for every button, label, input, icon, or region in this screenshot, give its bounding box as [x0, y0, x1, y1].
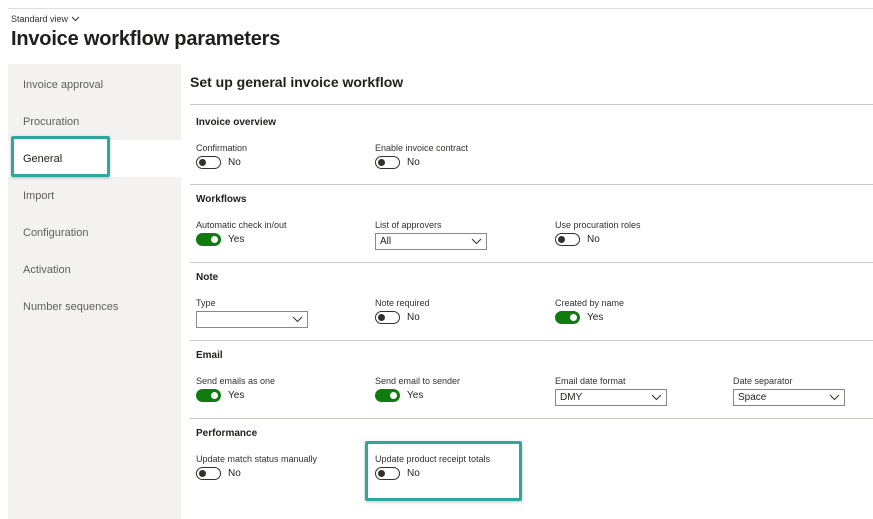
top-divider — [8, 8, 873, 9]
field-label: Use procuration roles — [555, 220, 641, 230]
list-of-approvers-field: List of approvers All — [375, 220, 487, 250]
sidebar-item-label: Invoice approval — [23, 78, 104, 91]
send-emails-as-one-field: Send emails as one Yes — [196, 376, 275, 402]
sidebar-item-label: Procuration — [23, 115, 80, 128]
field-label: Send emails as one — [196, 376, 276, 386]
send-email-to-sender-toggle[interactable] — [375, 389, 400, 402]
field-label: Confirmation — [196, 143, 248, 153]
type-field: Type — [196, 298, 308, 328]
sidebar-item-label: Configuration — [23, 226, 89, 239]
dropdown-value: DMY — [560, 392, 583, 403]
view-selector[interactable]: Standard view — [11, 14, 80, 24]
chevron-down-icon — [829, 394, 840, 401]
field-label: Enable invoice contract — [375, 143, 469, 153]
main-divider — [190, 104, 873, 105]
sidebar-item-invoice-approval[interactable]: Invoice approval — [8, 66, 181, 103]
field-label: Note required — [375, 298, 430, 308]
toggle-value: No — [587, 234, 600, 245]
field-label: List of approvers — [375, 220, 442, 230]
field-label: Automatic check in/out — [196, 220, 287, 230]
email-date-format-field: Email date format DMY — [555, 376, 667, 406]
sidebar-item-label: Import — [23, 189, 55, 202]
note-required-field: Note required No — [375, 298, 430, 324]
field-label: Type — [196, 298, 216, 308]
sidebar-item-import[interactable]: Import — [8, 177, 181, 214]
toggle-value: No — [407, 157, 420, 168]
section-divider — [190, 184, 873, 185]
section-title-workflows: Workflows — [196, 194, 247, 205]
toggle-value: Yes — [228, 234, 245, 245]
highlight-box-product-receipt — [365, 441, 522, 501]
chevron-down-icon — [471, 238, 482, 245]
enable-invoice-contract-toggle[interactable] — [375, 156, 400, 169]
toggle-value: No — [407, 312, 420, 323]
chevron-down-icon — [651, 394, 662, 401]
confirmation-field: Confirmation No — [196, 143, 247, 169]
toggle-value: Yes — [587, 312, 604, 323]
sidebar-item-configuration[interactable]: Configuration — [8, 214, 181, 251]
automatic-check-field: Automatic check in/out Yes — [196, 220, 287, 246]
automatic-check-toggle[interactable] — [196, 233, 221, 246]
toggle-value: No — [228, 157, 241, 168]
note-required-toggle[interactable] — [375, 311, 400, 324]
view-selector-label: Standard view — [11, 14, 69, 24]
sidebar: Invoice approval Procuration General Imp… — [8, 64, 181, 519]
dropdown-value: Space — [738, 392, 767, 403]
created-by-name-toggle[interactable] — [555, 311, 580, 324]
update-match-status-toggle[interactable] — [196, 467, 221, 480]
confirmation-toggle[interactable] — [196, 156, 221, 169]
toggle-value: Yes — [228, 390, 245, 401]
highlight-box-general — [11, 136, 110, 177]
section-divider — [190, 262, 873, 263]
sidebar-item-activation[interactable]: Activation — [8, 251, 181, 288]
field-label: Email date format — [555, 376, 626, 386]
sidebar-item-procuration[interactable]: Procuration — [8, 103, 181, 140]
section-title-note: Note — [196, 272, 219, 283]
section-title-email: Email — [196, 350, 223, 361]
toggle-value: No — [228, 468, 241, 479]
created-by-name-field: Created by name Yes — [555, 298, 624, 324]
sidebar-item-number-sequences[interactable]: Number sequences — [8, 288, 181, 325]
field-label: Date separator — [733, 376, 793, 386]
page-title: Invoice workflow parameters — [11, 28, 281, 50]
chevron-down-icon — [292, 316, 303, 323]
sidebar-item-label: Number sequences — [23, 300, 119, 313]
chevron-down-icon — [71, 14, 80, 24]
field-label: Created by name — [555, 298, 625, 308]
send-emails-as-one-toggle[interactable] — [196, 389, 221, 402]
enable-invoice-contract-field: Enable invoice contract No — [375, 143, 468, 169]
use-procuration-roles-field: Use procuration roles No — [555, 220, 641, 246]
send-email-to-sender-field: Send email to sender Yes — [375, 376, 460, 402]
email-date-format-dropdown[interactable]: DMY — [555, 389, 667, 406]
use-procuration-roles-toggle[interactable] — [555, 233, 580, 246]
section-divider — [190, 340, 873, 341]
date-separator-dropdown[interactable]: Space — [733, 389, 845, 406]
section-title-invoice-overview: Invoice overview — [196, 117, 277, 128]
field-label: Send email to sender — [375, 376, 461, 386]
update-match-status-field: Update match status manually No — [196, 454, 317, 480]
field-label: Update match status manually — [196, 454, 318, 464]
list-of-approvers-dropdown[interactable]: All — [375, 233, 487, 250]
sidebar-item-label: Activation — [23, 263, 71, 276]
section-divider — [190, 418, 873, 419]
date-separator-field: Date separator Space — [733, 376, 845, 406]
toggle-value: Yes — [407, 390, 424, 401]
section-title-performance: Performance — [196, 428, 258, 439]
type-dropdown[interactable] — [196, 311, 308, 328]
main-heading: Set up general invoice workflow — [190, 74, 404, 90]
dropdown-value: All — [380, 236, 392, 247]
